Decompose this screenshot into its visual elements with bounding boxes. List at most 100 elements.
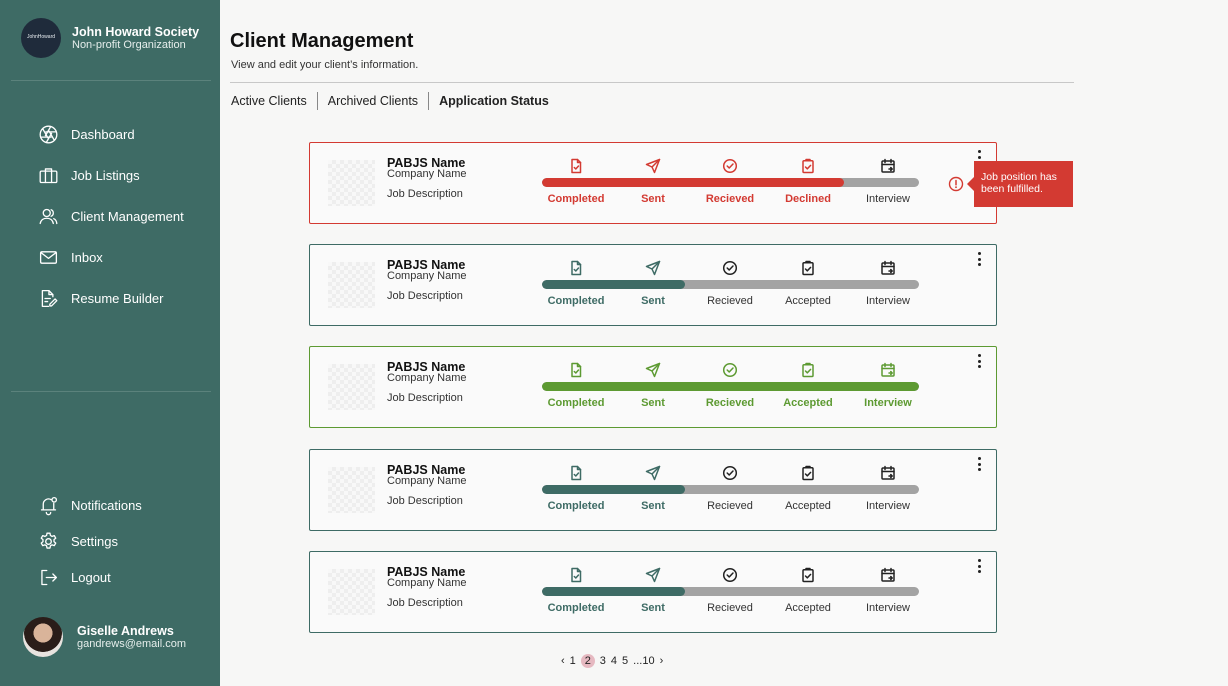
chevron-left-icon[interactable]: ‹ [561, 655, 565, 667]
page-link[interactable]: 1 [570, 655, 576, 667]
more-options-icon[interactable] [975, 354, 983, 368]
alert-icon[interactable] [948, 176, 964, 192]
application-card[interactable]: PABJS Name Company Name Job Description Com… [309, 244, 997, 326]
progress-fill [542, 280, 686, 289]
progress-track [542, 178, 919, 187]
sidebar-divider [11, 391, 211, 392]
document-check-icon [568, 260, 584, 276]
sidebar-item-logout[interactable]: Logout [37, 566, 111, 588]
tab-archived-clients[interactable]: Archived Clients [318, 92, 428, 110]
sidebar-item-notifications[interactable]: Notifications [37, 494, 142, 516]
sidebar-item-label: Dashboard [71, 126, 135, 142]
job-description: Job Description [387, 392, 463, 404]
logo-text: JohnHoward [26, 34, 56, 41]
calendar-icon [880, 465, 896, 481]
sidebar-item-settings[interactable]: Settings [37, 530, 118, 552]
logout-icon [37, 566, 59, 588]
progress-track [542, 485, 919, 494]
step-label: Interview [864, 397, 912, 409]
pagination: ‹ 1 2 3 4 5 ...10 › [561, 654, 668, 668]
status-tooltip: Job position has been fulfilled. [967, 161, 1073, 207]
clipboard-check-icon [800, 260, 816, 276]
company-logo-placeholder [328, 467, 375, 513]
organization-info: John Howard Society Non-profit Organizat… [72, 25, 199, 52]
users-icon [37, 205, 59, 227]
chevron-right-icon[interactable]: › [660, 655, 664, 667]
step-label: Recieved [707, 500, 753, 512]
page-link[interactable]: 4 [611, 655, 617, 667]
check-circle-icon [722, 362, 738, 378]
company-name: Company Name [387, 270, 467, 282]
step-label: Interview [865, 193, 911, 205]
user-name: Giselle Andrews [77, 623, 174, 638]
mail-icon [37, 246, 59, 268]
sidebar-item-resume-builder[interactable]: Resume Builder [37, 287, 164, 309]
company-name: Company Name [387, 372, 467, 384]
page-link[interactable]: ...10 [633, 655, 654, 667]
check-circle-icon [722, 567, 738, 583]
progress-fill [542, 382, 919, 391]
sidebar-divider [11, 80, 211, 81]
tab-application-status[interactable]: Application Status [429, 92, 559, 110]
clipboard-check-icon [800, 567, 816, 583]
progress-fill [542, 178, 844, 187]
sidebar: JohnHoward John Howard Society Non-profi… [0, 0, 220, 686]
sidebar-item-client-management[interactable]: Client Management [37, 205, 184, 227]
progress-track [542, 587, 919, 596]
header-divider [230, 82, 1074, 83]
clipboard-check-icon [800, 158, 816, 174]
step-label: Interview [865, 500, 911, 512]
more-options-icon[interactable] [975, 252, 983, 266]
step-label: Recieved [707, 295, 753, 307]
sidebar-item-label: Logout [71, 569, 111, 585]
step-label: Interview [865, 602, 911, 614]
sidebar-item-job-listings[interactable]: Job Listings [37, 164, 140, 186]
progress-track [542, 280, 919, 289]
organization-logo: JohnHoward [21, 18, 61, 58]
send-icon [645, 260, 661, 276]
step-label: Accepted [785, 500, 831, 512]
organization-name: John Howard Society [72, 24, 200, 39]
more-options-icon[interactable] [975, 457, 983, 471]
tab-active-clients[interactable]: Active Clients [231, 92, 317, 110]
step-label: Recieved [705, 193, 755, 205]
application-card[interactable]: PABJS Name Company Name Job Description Com… [309, 449, 997, 531]
clipboard-check-icon [800, 362, 816, 378]
send-icon [645, 158, 661, 174]
send-icon [645, 465, 661, 481]
tab-bar: Active Clients Archived Clients Applicat… [231, 92, 559, 110]
organization-type: Non-profit Organization [72, 38, 186, 51]
more-options-icon[interactable] [975, 559, 983, 573]
sidebar-item-label: Job Listings [71, 167, 140, 183]
step-label: Accepted [785, 602, 831, 614]
step-label: Accepted [783, 397, 833, 409]
document-check-icon [568, 158, 584, 174]
company-logo-placeholder [328, 364, 375, 410]
page-link[interactable]: 3 [600, 655, 606, 667]
page-link[interactable]: 5 [622, 655, 628, 667]
user-info: Giselle Andrews gandrews@email.com [77, 623, 186, 650]
sidebar-item-dashboard[interactable]: Dashboard [37, 123, 135, 145]
application-card[interactable]: PABJS Name Company Name Job Description Com… [309, 346, 997, 428]
application-card[interactable]: PABJS Name Company Name Job Description Com… [309, 551, 997, 633]
page-link-current[interactable]: 2 [580, 654, 595, 668]
step-label: Accepted [785, 295, 831, 307]
progress-fill [542, 485, 686, 494]
sidebar-item-label: Resume Builder [71, 290, 164, 306]
sidebar-item-label: Notifications [71, 497, 142, 513]
sidebar-item-label: Client Management [71, 208, 184, 224]
job-description: Job Description [387, 597, 463, 609]
user-profile[interactable]: Giselle Andrews gandrews@email.com [23, 617, 186, 657]
sidebar-item-label: Inbox [71, 249, 103, 265]
document-check-icon [568, 465, 584, 481]
check-circle-icon [722, 158, 738, 174]
bell-icon [37, 494, 59, 516]
progress-track [542, 382, 919, 391]
application-card[interactable]: PABJS Name Company Name Job Description Com… [309, 142, 997, 224]
sidebar-item-label: Settings [71, 533, 118, 549]
document-edit-icon [37, 287, 59, 309]
sidebar-item-inbox[interactable]: Inbox [37, 246, 103, 268]
send-icon [645, 567, 661, 583]
page-subtitle: View and edit your client’s information. [231, 59, 419, 71]
organization-header: JohnHoward John Howard Society Non-profi… [21, 18, 199, 58]
